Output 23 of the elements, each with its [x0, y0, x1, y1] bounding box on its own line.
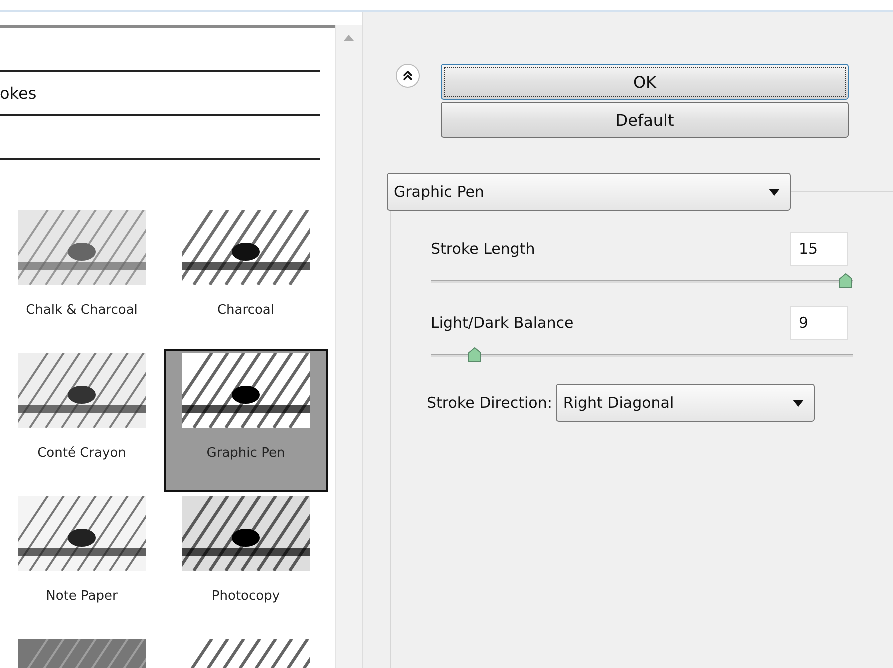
caret-icon [793, 400, 804, 406]
filter-select[interactable]: Graphic Pen [387, 173, 791, 211]
value-field[interactable]: 15 [790, 232, 848, 266]
filter-thumbnail[interactable]: Charcoal [164, 206, 328, 349]
filter-thumbnail[interactable]: Photocopy [164, 492, 328, 635]
filter-thumbnail[interactable]: Chalk & Charcoal [0, 206, 164, 349]
slider-label: Light/Dark Balance [431, 314, 574, 332]
slider-label: Stroke Length [431, 240, 536, 258]
filter-thumbnail[interactable]: Conté Crayon [0, 349, 164, 492]
stroke-direction-label: Stroke Direction: [427, 394, 552, 412]
slider-thumb[interactable] [839, 273, 853, 289]
scroll-up-icon[interactable] [344, 35, 354, 41]
collapse-button[interactable] [396, 64, 420, 88]
filter-thumbnail[interactable]: Note Paper [0, 492, 164, 635]
stroke-direction-select[interactable]: Right Diagonal [556, 384, 816, 422]
category-label[interactable]: okes [0, 84, 37, 102]
value-field[interactable]: 9 [790, 306, 848, 340]
slider-thumb[interactable] [468, 347, 482, 363]
caret-icon [769, 188, 780, 196]
filter-thumbnail[interactable]: Graphic Pen [164, 349, 328, 492]
double-chevron-up-icon [403, 71, 413, 81]
dialog-button[interactable]: OK [441, 64, 849, 100]
dialog-button[interactable]: Default [441, 102, 849, 138]
